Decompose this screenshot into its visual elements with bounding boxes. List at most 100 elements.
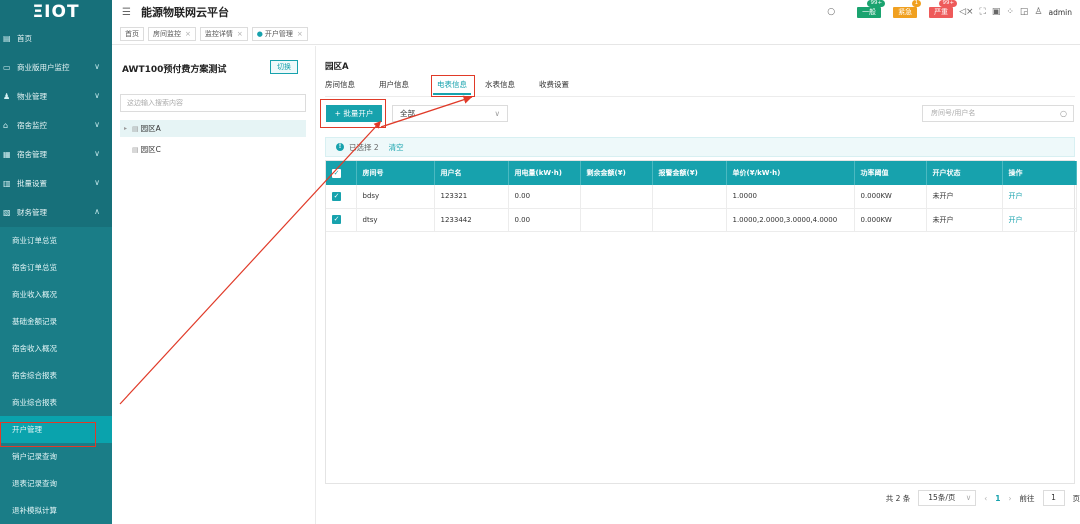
sidebar-subitem-10[interactable]: 退补模拟计算 bbox=[0, 497, 112, 524]
select-all-checkbox[interactable]: ✓ bbox=[332, 168, 341, 178]
header-toolbar: ○ 一般 99+ 紧急 1 严重 99+ ◁× ⛶ ▣ ⁘ ◲ ♙ admin bbox=[827, 0, 1072, 24]
tab-label: 房间监控 bbox=[153, 30, 181, 38]
window-icon[interactable]: ◲ bbox=[1020, 7, 1029, 17]
sidebar-item-0[interactable]: ▤ 首页 bbox=[0, 24, 112, 53]
cell-room: bdsy bbox=[356, 185, 435, 209]
switch-button[interactable]: 切换 bbox=[270, 60, 298, 74]
chevron-up-icon: ∧ bbox=[94, 207, 100, 216]
tree-node-label: 园区A bbox=[140, 124, 161, 133]
shirt-icon[interactable]: ♙ bbox=[1034, 7, 1042, 17]
sidebar-subitem-6[interactable]: 商业综合报表 bbox=[0, 389, 112, 416]
alarm-badge[interactable]: 严重 99+ bbox=[929, 0, 958, 18]
goto-label: 前往 bbox=[1019, 493, 1035, 503]
alarm-count: 1 bbox=[911, 0, 922, 7]
project-title: AWT100预付费方案测试 bbox=[122, 65, 227, 75]
screen-icon[interactable]: ▣ bbox=[992, 7, 1001, 17]
sidebar-subitem-8[interactable]: 销户记录查询 bbox=[0, 443, 112, 470]
sidebar-subitem-9[interactable]: 退表记录查询 bbox=[0, 470, 112, 497]
row-checkbox[interactable]: ✓ bbox=[332, 191, 341, 201]
tree-node-1[interactable]: ▤ 园区C bbox=[120, 141, 306, 158]
user-icon: ♟ bbox=[3, 92, 11, 101]
tab-3[interactable]: ● 开户管理 × bbox=[251, 27, 308, 41]
tab-2[interactable]: 监控详情 × bbox=[199, 27, 248, 41]
subtab-4[interactable]: 收费设置 bbox=[539, 77, 579, 95]
sidebar-subitem-4[interactable]: 宿舍收入概况 bbox=[0, 335, 112, 362]
cell-op[interactable]: 开户 bbox=[1002, 208, 1077, 232]
sidebar-item-6[interactable]: ▧ 财务管理 ∧ bbox=[0, 198, 112, 227]
goto-page-input[interactable]: 1 bbox=[1042, 490, 1065, 506]
column-header-7: 功率阈值 bbox=[854, 161, 927, 185]
home-icon: ▤ bbox=[3, 34, 11, 43]
cell-power: 0.000KW bbox=[854, 185, 927, 209]
sidebar-subitem-1[interactable]: 宿舍订单总览 bbox=[0, 254, 112, 281]
cell-usage: 0.00 bbox=[508, 185, 581, 209]
sidebar-subitem-2[interactable]: 商业收入概况 bbox=[0, 281, 112, 308]
tree-panel: AWT100预付费方案测试 切换 这边输入搜索内容 ▸ ▤ 园区A ▤ 园区C bbox=[112, 46, 316, 524]
monitor-icon: ▭ bbox=[3, 63, 11, 72]
chevron-down-icon: ∨ bbox=[94, 149, 100, 158]
column-header-8: 开户状态 bbox=[926, 161, 1003, 185]
annotation-highlight-box bbox=[431, 75, 475, 97]
sidebar-item-label: 商业版用户监控 bbox=[17, 63, 70, 72]
status-filter-select[interactable]: 全部 ∨ bbox=[392, 105, 508, 122]
tab-0[interactable]: 首页 bbox=[120, 27, 144, 41]
building-icon: ▦ bbox=[3, 150, 11, 159]
column-header-0[interactable]: ✓ bbox=[326, 161, 357, 185]
room-search-input[interactable]: 房间号/用户名 ○ bbox=[922, 105, 1074, 122]
row-checkbox[interactable]: ✓ bbox=[332, 215, 341, 224]
column-header-9: 操作 bbox=[1002, 161, 1077, 185]
cell-price: 1.0000,2.0000,3.0000,4.0000 bbox=[726, 208, 855, 232]
current-page[interactable]: 1 bbox=[995, 494, 1000, 503]
column-header-1: 房间号 bbox=[356, 161, 435, 185]
chevron-down-icon: ∨ bbox=[94, 91, 100, 100]
sidebar-item-3[interactable]: ⌂ 宿舍监控 ∨ bbox=[0, 111, 112, 140]
main-content: 园区A 房间信息 用户信息 电表信息 水表信息 收费设置 + 批量开户 全部 ∨ 房间号… bbox=[318, 46, 1080, 524]
close-icon[interactable]: × bbox=[185, 30, 191, 38]
selection-bar: ! 已选择 2 清空 bbox=[325, 137, 1075, 157]
prev-page-icon[interactable]: ‹ bbox=[984, 494, 987, 503]
sidebar-item-5[interactable]: ▥ 批量设置 ∨ bbox=[0, 169, 112, 198]
user-name[interactable]: admin bbox=[1049, 8, 1073, 17]
sidebar-item-4[interactable]: ▦ 宿舍管理 ∨ bbox=[0, 140, 112, 169]
subtab-0[interactable]: 房间信息 bbox=[325, 77, 365, 95]
alarm-count: 99+ bbox=[939, 0, 958, 7]
grid-icon[interactable]: ⁘ bbox=[1006, 7, 1014, 17]
app-title: 能源物联网云平台 bbox=[140, 6, 229, 19]
table-row: ✓ dtsy 1233442 0.00 1.0000,2.0000,3.0000,4.0… bbox=[326, 208, 1077, 232]
sidebar-item-2[interactable]: ♟ 物业管理 ∨ bbox=[0, 82, 112, 111]
search-icon[interactable]: ○ bbox=[827, 7, 835, 17]
sidebar-nav: ▤ 首页 ▭ 商业版用户监控 ∨ ♟ 物业管理 ∨ ⌂ 宿舍监控 ∨ ▦ 宿舍管理 ∨ ▥ 批量设置 ∨ ▧ 财务管… bbox=[0, 24, 112, 524]
sidebar-item-1[interactable]: ▭ 商业版用户监控 ∨ bbox=[0, 53, 112, 82]
alarm-label: 紧急 bbox=[898, 7, 913, 16]
sidebar-subitem-0[interactable]: 商业订单总览 bbox=[0, 227, 112, 254]
next-page-icon[interactable]: › bbox=[1009, 494, 1012, 503]
sidebar-item-label: 首页 bbox=[17, 34, 32, 43]
fullscreen-icon[interactable]: ⛶ bbox=[980, 7, 986, 17]
cell-user: 1233442 bbox=[434, 208, 509, 232]
cell-op[interactable]: 开户 bbox=[1002, 185, 1077, 209]
close-icon[interactable]: × bbox=[297, 30, 303, 38]
subtab-1[interactable]: 用户信息 bbox=[379, 77, 419, 95]
area-title: 园区A bbox=[325, 62, 349, 72]
tree-search-input[interactable]: 这边输入搜索内容 bbox=[120, 94, 306, 112]
page-size-select[interactable]: 15条/页 ∨ bbox=[918, 490, 977, 506]
chevron-down-icon: ∨ bbox=[94, 178, 100, 187]
tab-1[interactable]: 房间监控 × bbox=[148, 27, 196, 41]
tree-node-0[interactable]: ▸ ▤ 园区A bbox=[120, 120, 306, 137]
sidebar-subitem-3[interactable]: 基础金额记录 bbox=[0, 308, 112, 335]
close-icon[interactable]: × bbox=[237, 30, 243, 38]
sidebar-subitem-5[interactable]: 宿舍综合报表 bbox=[0, 362, 112, 389]
caret-right-icon[interactable]: ▸ bbox=[124, 125, 132, 132]
chevron-down-icon: ∨ bbox=[494, 109, 501, 118]
annotation-highlight-box bbox=[0, 422, 96, 447]
selection-count: 已选择 2 bbox=[349, 142, 379, 152]
alarm-badge[interactable]: 一般 99+ bbox=[857, 0, 886, 18]
clear-selection-link[interactable]: 清空 bbox=[389, 142, 404, 153]
row-checkbox-cell: ✓ bbox=[326, 185, 357, 209]
alarm-badge[interactable]: 紧急 1 bbox=[893, 0, 922, 18]
mute-icon[interactable]: ◁× bbox=[959, 7, 973, 17]
cell-balance bbox=[580, 185, 653, 209]
menu-fold-icon[interactable]: ☰ bbox=[122, 7, 131, 18]
subtab-3[interactable]: 水表信息 bbox=[485, 77, 525, 95]
tree-node-label: 园区C bbox=[140, 145, 161, 154]
